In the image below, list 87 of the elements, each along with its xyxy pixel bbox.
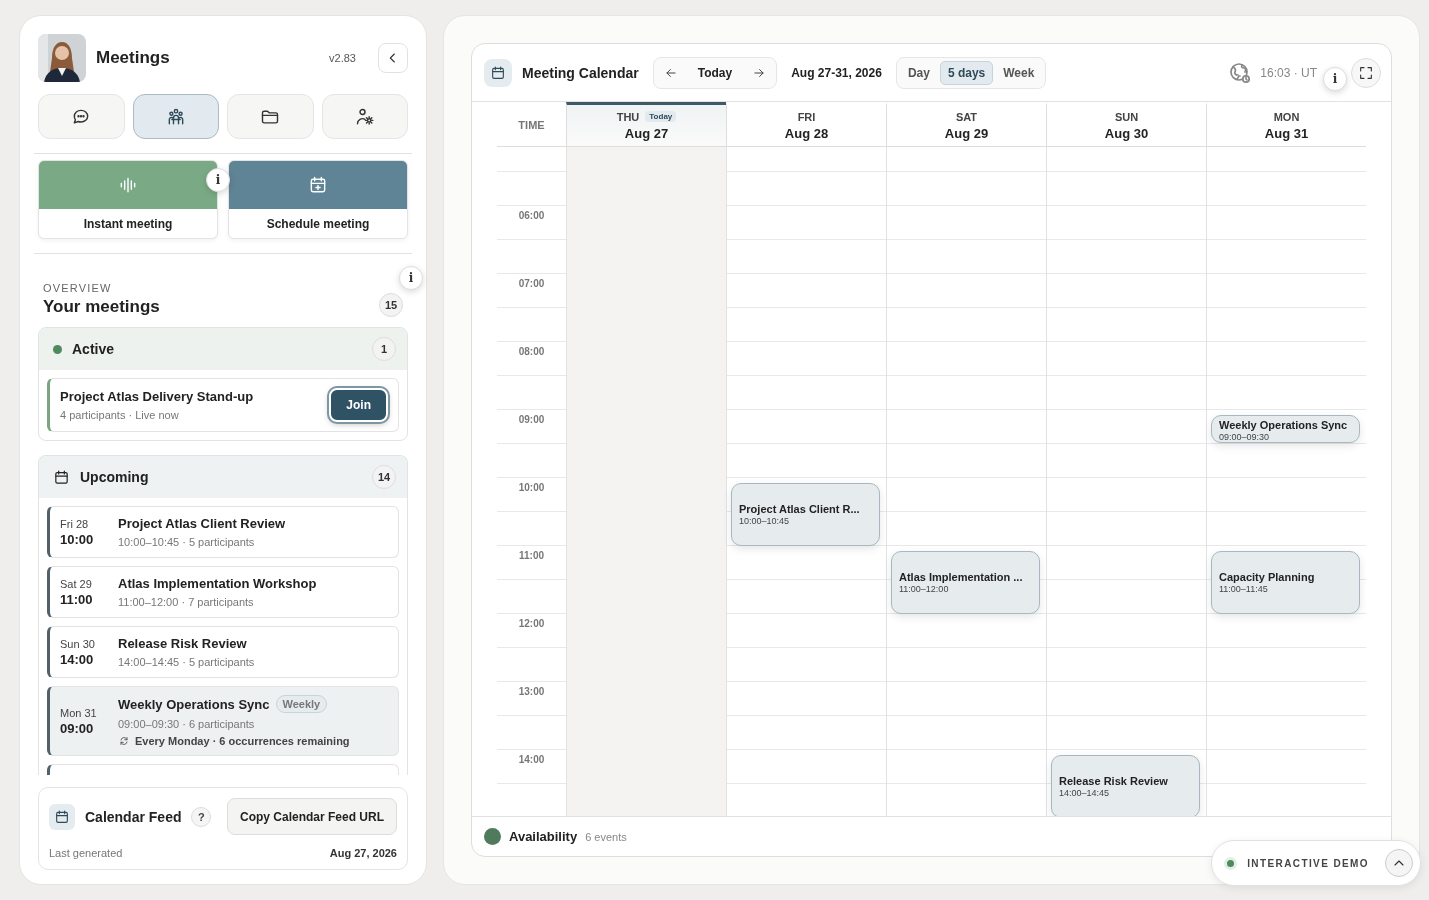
meeting-time: 11:00 [60, 591, 94, 607]
schedule-meeting-button[interactable]: Schedule meeting [228, 160, 408, 239]
meeting-day: Sun 30 [60, 637, 118, 650]
view-tab[interactable]: 5 days [939, 60, 994, 85]
info-button[interactable]: i [1323, 66, 1347, 91]
calendar-event[interactable]: Atlas Implementation ... 11:00–12:00 [891, 551, 1040, 614]
calendar-event[interactable]: Weekly Operations Sync 09:00–09:30 [1211, 415, 1360, 443]
day-header[interactable]: FRI Aug 28 [726, 102, 886, 147]
status-dot [1224, 856, 1238, 870]
meeting-time: 09:00 [60, 720, 95, 736]
date-range: Aug 27-31, 2026 [791, 65, 882, 80]
meeting-time: 10:00 [60, 531, 95, 547]
calendar-icon [49, 803, 75, 830]
copy-url-button[interactable]: Copy Calendar Feed URL [226, 798, 397, 835]
time-label: 11:00 [519, 550, 544, 561]
footer-title: Availability [509, 829, 578, 844]
day-header[interactable]: SUN Aug 30 [1046, 102, 1206, 147]
meeting-title: Weekly Operations Sync [118, 696, 270, 712]
feed-date: Aug 27, 2026 [329, 847, 397, 859]
meeting-title: Project Atlas Client Review [118, 516, 286, 531]
repeat-icon [118, 735, 130, 747]
section-title: Your meetings [43, 297, 160, 317]
upcoming-count: 14 [372, 465, 396, 489]
meeting-title: Atlas Implementation Workshop [118, 576, 317, 591]
nav-tab[interactable] [132, 94, 219, 139]
availability-dot [484, 828, 501, 845]
globe-clock-icon [1228, 60, 1253, 85]
info-button[interactable]: i [399, 266, 423, 290]
demo-label: INTERACTIVE DEMO [1247, 857, 1369, 869]
view-tab[interactable]: Week [995, 60, 1043, 85]
time-label: 13:00 [518, 686, 545, 697]
meeting-time: 14:00 [60, 651, 95, 667]
feed-caption: Last generated [49, 847, 123, 859]
meeting-card[interactable]: Mon 31 09:00 Weekly Operations Sync Weekly 09:00–09:30 · 6 participants Every Monday · 6 occurrences remaining [47, 686, 399, 756]
calendar-icon [484, 58, 512, 87]
time-label: 09:00 [518, 414, 545, 425]
section-header: Upcoming [80, 469, 150, 485]
fullscreen-button[interactable] [1351, 58, 1381, 88]
meeting-card[interactable]: Sat 29 11:00 Atlas Implementation Workshop 11:00–12:00 · 7 participants [47, 566, 399, 618]
meeting-card[interactable]: Fri 28 10:00 Project Atlas Client Review 10:00–10:45 · 5 participants [47, 506, 399, 558]
fullscreen-icon [1358, 65, 1374, 81]
live-dot [53, 344, 62, 354]
meeting-meta: 11:00–12:00 · 7 participants [118, 596, 255, 608]
meeting-day: Fri 28 [60, 517, 118, 530]
meeting-meta: 10:00–10:45 · 5 participants [118, 536, 256, 548]
calendar-plus-icon [308, 175, 328, 195]
event-count: 6 events [585, 830, 627, 843]
meeting-day: Mon 31 [60, 706, 118, 719]
time-label: 07:00 [518, 278, 545, 289]
time-label: 10:00 [518, 482, 545, 493]
meeting-day: Sat 29 [60, 577, 118, 590]
view-tab[interactable]: Day [899, 60, 938, 85]
calendar-event[interactable]: Release Risk Review 14:00–14:45 [1051, 755, 1200, 816]
meeting-title: Project Atlas Delivery Stand-up [60, 389, 254, 404]
day-header[interactable]: MON Aug 31 [1206, 102, 1366, 147]
sound-wave-icon [118, 175, 138, 195]
time-label: 14:00 [518, 754, 545, 765]
calendar-event[interactable]: Capacity Planning 11:00–11:45 [1211, 551, 1360, 614]
recurrence-badge: Weekly [275, 695, 328, 713]
section-eyebrow: OVERVIEW [43, 282, 113, 294]
collapse-button[interactable] [378, 43, 408, 73]
meeting-card[interactable]: Sun 30 14:00 Release Risk Review 14:00–14:45 · 5 participants [47, 626, 399, 678]
help-button[interactable]: ? [191, 806, 212, 827]
time-label: 08:00 [518, 346, 545, 357]
clock-text: 16:03 · UT [1260, 65, 1317, 80]
calendar-title: Meeting Calendar [522, 64, 639, 81]
calendar-icon [53, 468, 70, 486]
active-meeting-card[interactable]: Project Atlas Delivery Stand-up 4 participants · Live now Join [47, 378, 399, 432]
meeting-meta: 14:00–14:45 · 5 participants [118, 656, 255, 668]
time-label: 06:00 [518, 210, 545, 221]
section-header: Active [72, 341, 116, 357]
day-header[interactable]: SAT Aug 29 [886, 102, 1046, 147]
meeting-title: Release Risk Review [118, 636, 247, 651]
feed-title: Calendar Feed [85, 808, 182, 825]
time-label: 12:00 [518, 618, 545, 629]
meeting-count: 15 [379, 293, 403, 317]
day-header[interactable]: THU Today Aug 27 [566, 102, 726, 147]
join-button[interactable]: Join [329, 388, 388, 422]
app-title: Meetings [96, 48, 171, 68]
calendar-event[interactable]: Project Atlas Client R... 10:00–10:45 [731, 483, 880, 546]
version-label: v2.83 [329, 52, 356, 64]
recurrence-text: Every Monday · 6 occurrences remaining [135, 735, 350, 747]
meeting-meta: 4 participants · Live now [60, 409, 180, 421]
meeting-meta: 09:00–09:30 · 6 participants [118, 718, 256, 730]
user-gear-icon [354, 106, 375, 127]
active-count: 1 [372, 337, 396, 361]
expand-button[interactable] [1385, 849, 1413, 877]
